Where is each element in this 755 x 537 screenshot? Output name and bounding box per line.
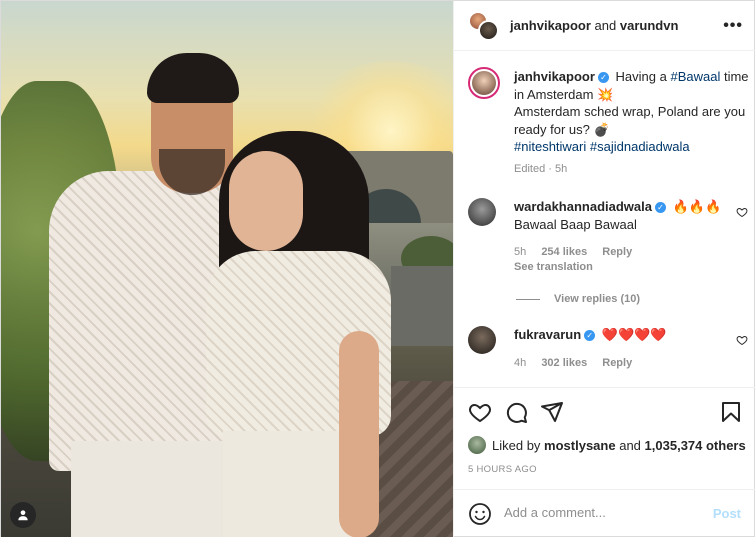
avatar[interactable] — [468, 436, 486, 454]
avatar[interactable] — [468, 198, 496, 226]
username-link[interactable]: wardakhannadiadwala — [514, 199, 652, 214]
view-replies-link[interactable]: View replies (10) — [516, 293, 640, 305]
comment-meta: 4h 302 likes Reply — [514, 357, 644, 369]
woman-skirt — [223, 431, 353, 537]
post-sidebar: janhvikapoor and varundvn ••• janhvikapo… — [453, 1, 755, 537]
comment-likes[interactable]: 254 likes — [541, 246, 587, 258]
action-bar — [454, 387, 755, 433]
like-comment-heart-icon[interactable] — [736, 206, 748, 218]
joiner-text: and — [594, 18, 617, 33]
woman-face — [229, 151, 303, 251]
post-photo[interactable] — [1, 1, 453, 537]
see-translation-link[interactable]: See translation — [514, 261, 593, 273]
post-comment-button[interactable]: Post — [713, 506, 741, 521]
heart-icon[interactable] — [468, 400, 492, 424]
woman-arm — [339, 331, 379, 537]
comment-item: fukravarun ✓ ❤️❤️❤️❤️ 4h 302 likes Reply — [468, 326, 748, 376]
post-header: janhvikapoor and varundvn ••• — [454, 1, 755, 51]
comment-body: Bawaal Baap Bawaal — [514, 217, 637, 232]
comment-input[interactable] — [504, 505, 704, 520]
comment-emoji: 🔥🔥🔥 — [672, 199, 722, 214]
instagram-post: janhvikapoor and varundvn ••• janhvikapo… — [0, 0, 755, 537]
liked-by: Liked by mostlysane and 1,035,374 others — [468, 436, 746, 454]
comment-time: 5h — [514, 246, 527, 258]
add-comment-bar: Post — [454, 489, 755, 537]
hashtag-link[interactable]: #sajidnadiadwala — [590, 139, 690, 154]
view-replies-label: View replies (10) — [554, 293, 641, 305]
hashtag-link[interactable]: #Bawaal — [670, 69, 720, 84]
reply-button[interactable]: Reply — [602, 246, 632, 258]
divider — [516, 298, 540, 300]
caption-part: Amsterdam sched wrap, Poland are you rea… — [514, 104, 746, 137]
caption-part: Having a — [615, 69, 671, 84]
avatar[interactable] — [468, 326, 496, 354]
man-pants — [71, 441, 231, 537]
liked-by-middle: and — [619, 437, 641, 453]
comment-item: wardakhannadiadwala ✓ 🔥🔥🔥 Bawaal Baap Baw… — [468, 198, 748, 298]
username-link[interactable]: mostlysane — [544, 438, 616, 453]
like-comment-heart-icon[interactable] — [736, 334, 748, 346]
man-hair — [147, 53, 239, 103]
username-link[interactable]: varundvn — [620, 18, 679, 33]
comment-meta: 5h 254 likes Reply — [514, 246, 644, 258]
collab-names: janhvikapoor and varundvn — [510, 18, 678, 33]
liked-by-prefix: Liked by — [492, 437, 541, 453]
caption-text: janhvikapoor ✓ Having a #Bawaal time in A… — [514, 68, 754, 156]
likes-count-link[interactable]: 1,035,374 others — [645, 438, 746, 453]
emoji-icon[interactable] — [468, 502, 492, 526]
post-timestamp[interactable]: 5 HOURS AGO — [468, 464, 537, 475]
collab-avatars[interactable] — [468, 11, 500, 41]
share-icon[interactable] — [540, 400, 564, 424]
username-link[interactable]: fukravarun — [514, 327, 581, 342]
comment-text: fukravarun ✓ ❤️❤️❤️❤️ — [514, 326, 724, 344]
verified-badge-icon: ✓ — [597, 72, 609, 83]
comment-likes[interactable]: 302 likes — [541, 357, 587, 369]
reply-button[interactable]: Reply — [602, 357, 632, 369]
verified-badge-icon: ✓ — [655, 202, 666, 213]
username-link[interactable]: janhvikapoor — [510, 18, 591, 33]
hashtag-link[interactable]: #niteshtiwari — [514, 139, 586, 154]
comment-emoji: ❤️❤️❤️❤️ — [601, 327, 667, 342]
verified-badge-icon: ✓ — [584, 330, 596, 341]
comment-icon[interactable] — [504, 400, 528, 424]
comment-text: wardakhannadiadwala ✓ 🔥🔥🔥 Bawaal Baap Baw… — [514, 198, 724, 234]
username-link[interactable]: janhvikapoor — [514, 69, 595, 84]
edited-timestamp: Edited · 5h — [514, 163, 568, 175]
comment-time: 4h — [514, 357, 527, 369]
more-options-icon[interactable]: ••• — [723, 17, 743, 35]
avatar[interactable] — [468, 67, 500, 99]
planter — [391, 266, 453, 346]
tagged-users-button[interactable] — [10, 502, 36, 528]
avatar — [478, 20, 499, 41]
user-icon — [18, 510, 28, 521]
bookmark-icon[interactable] — [719, 400, 743, 424]
